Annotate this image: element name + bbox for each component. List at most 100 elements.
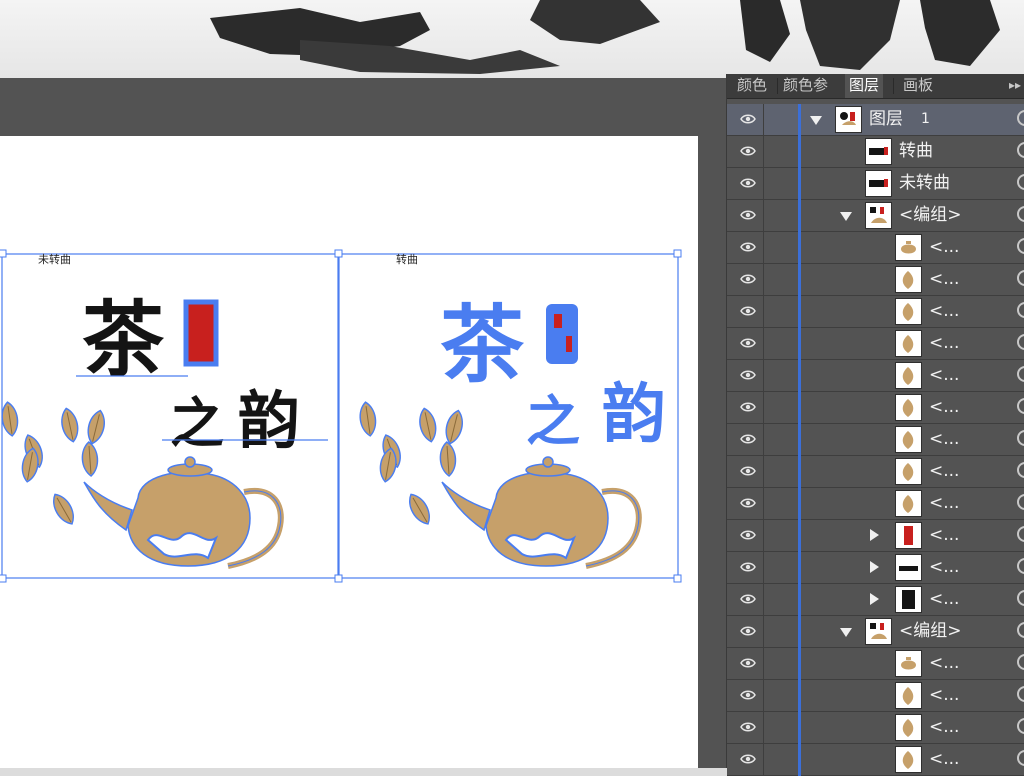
expand-down-icon[interactable] bbox=[810, 116, 822, 125]
lock-toggle[interactable] bbox=[764, 392, 799, 423]
layer-name[interactable]: <... bbox=[929, 360, 959, 391]
canvas-area[interactable]: 未转曲 茶 之 韵 转曲 茶 之 韵 bbox=[0, 78, 726, 768]
visibility-toggle[interactable] bbox=[733, 744, 764, 775]
visibility-toggle[interactable] bbox=[733, 712, 764, 743]
target-circle-icon[interactable] bbox=[1017, 110, 1024, 126]
lock-toggle[interactable] bbox=[764, 136, 799, 167]
visibility-toggle[interactable] bbox=[733, 488, 764, 519]
lock-toggle[interactable] bbox=[764, 200, 799, 231]
layer-name[interactable]: <... bbox=[929, 552, 959, 583]
layer-name[interactable]: <... bbox=[929, 520, 959, 551]
layer-name[interactable]: <... bbox=[929, 680, 959, 711]
layer-row[interactable]: <... bbox=[727, 328, 1024, 360]
lock-toggle[interactable] bbox=[764, 232, 799, 263]
target-circle-icon[interactable] bbox=[1017, 398, 1024, 414]
target-circle-icon[interactable] bbox=[1017, 174, 1024, 190]
lock-toggle[interactable] bbox=[764, 328, 799, 359]
layer-name[interactable]: <... bbox=[929, 392, 959, 423]
layer-name[interactable]: <... bbox=[929, 712, 959, 743]
layer-row[interactable]: <... bbox=[727, 712, 1024, 744]
group-unconverted[interactable]: 未转曲 茶 之 韵 bbox=[0, 249, 343, 583]
lock-toggle[interactable] bbox=[764, 712, 799, 743]
target-circle-icon[interactable] bbox=[1017, 654, 1024, 670]
layer-row[interactable]: <编组> bbox=[727, 616, 1024, 648]
target-circle-icon[interactable] bbox=[1017, 558, 1024, 574]
tab-artboards[interactable]: 画板 bbox=[899, 74, 937, 98]
layer-name[interactable]: <编组> bbox=[899, 200, 962, 231]
layer-name[interactable]: <... bbox=[929, 296, 959, 327]
layer-row[interactable]: <... bbox=[727, 680, 1024, 712]
lock-toggle[interactable] bbox=[764, 488, 799, 519]
target-circle-icon[interactable] bbox=[1017, 270, 1024, 286]
visibility-toggle[interactable] bbox=[733, 584, 764, 615]
target-circle-icon[interactable] bbox=[1017, 334, 1024, 350]
layer-row[interactable]: <... bbox=[727, 264, 1024, 296]
group-converted[interactable]: 转曲 茶 之 韵 bbox=[334, 249, 682, 583]
target-circle-icon[interactable] bbox=[1017, 718, 1024, 734]
expand-right-icon[interactable] bbox=[870, 529, 879, 541]
layer-row[interactable]: <... bbox=[727, 488, 1024, 520]
layer-name[interactable]: <... bbox=[929, 232, 959, 263]
visibility-toggle[interactable] bbox=[733, 264, 764, 295]
layer-row[interactable]: <... bbox=[727, 552, 1024, 584]
expand-right-icon[interactable] bbox=[870, 593, 879, 605]
target-circle-icon[interactable] bbox=[1017, 206, 1024, 222]
layer-name[interactable]: 未转曲 bbox=[899, 168, 950, 199]
target-circle-icon[interactable] bbox=[1017, 238, 1024, 254]
tab-color-guide[interactable]: 颜色参 bbox=[779, 74, 845, 98]
layer-row[interactable]: <... bbox=[727, 424, 1024, 456]
layer-row[interactable]: <... bbox=[727, 296, 1024, 328]
layer-row[interactable]: 转曲 bbox=[727, 136, 1024, 168]
target-circle-icon[interactable] bbox=[1017, 462, 1024, 478]
lock-toggle[interactable] bbox=[764, 296, 799, 327]
layer-name[interactable]: <... bbox=[929, 744, 959, 775]
layer-name[interactable]: <编组> bbox=[899, 616, 962, 647]
visibility-toggle[interactable] bbox=[733, 456, 764, 487]
layer-row[interactable]: <... bbox=[727, 392, 1024, 424]
layer-name[interactable]: <... bbox=[929, 424, 959, 455]
target-circle-icon[interactable] bbox=[1017, 302, 1024, 318]
lock-toggle[interactable] bbox=[764, 104, 799, 135]
visibility-toggle[interactable] bbox=[733, 168, 764, 199]
target-circle-icon[interactable] bbox=[1017, 622, 1024, 638]
target-circle-icon[interactable] bbox=[1017, 686, 1024, 702]
expand-down-icon[interactable] bbox=[840, 212, 852, 221]
visibility-toggle[interactable] bbox=[733, 680, 764, 711]
layer-name[interactable]: <... bbox=[929, 584, 959, 615]
layer-list[interactable]: 图层 1 转曲 未转曲 <编组> <... <... <... <... <... <... <...… bbox=[727, 104, 1024, 776]
target-circle-icon[interactable] bbox=[1017, 430, 1024, 446]
visibility-toggle[interactable] bbox=[733, 200, 764, 231]
layer-name[interactable]: <... bbox=[929, 456, 959, 487]
lock-toggle[interactable] bbox=[764, 520, 799, 551]
layer-row[interactable]: <编组> bbox=[727, 200, 1024, 232]
lock-toggle[interactable] bbox=[764, 168, 799, 199]
lock-toggle[interactable] bbox=[764, 456, 799, 487]
visibility-toggle[interactable] bbox=[733, 328, 764, 359]
layer-name[interactable]: 图层 bbox=[869, 104, 903, 135]
visibility-toggle[interactable] bbox=[733, 360, 764, 391]
target-circle-icon[interactable] bbox=[1017, 142, 1024, 158]
layer-row[interactable]: <... bbox=[727, 744, 1024, 776]
layer-row-top[interactable]: 图层 1 bbox=[727, 104, 1024, 136]
lock-toggle[interactable] bbox=[764, 680, 799, 711]
tab-layers[interactable]: 图层 bbox=[845, 74, 884, 98]
panel-menu-icon[interactable]: ▸▸ bbox=[1009, 74, 1021, 98]
layer-name[interactable]: <... bbox=[929, 328, 959, 359]
layer-name[interactable]: <... bbox=[929, 648, 959, 679]
target-circle-icon[interactable] bbox=[1017, 750, 1024, 766]
tab-color[interactable]: 颜色 bbox=[733, 74, 771, 98]
lock-toggle[interactable] bbox=[764, 584, 799, 615]
layers-panel[interactable]: 颜色 颜色参 图层 画板 ▸▸ 图层 1 转曲 未转曲 <编组> <... <... <...… bbox=[726, 74, 1024, 776]
artboard[interactable]: 未转曲 茶 之 韵 转曲 茶 之 韵 bbox=[0, 136, 698, 768]
visibility-toggle[interactable] bbox=[733, 520, 764, 551]
layer-row[interactable]: <... bbox=[727, 584, 1024, 616]
layer-name[interactable]: <... bbox=[929, 488, 959, 519]
visibility-toggle[interactable] bbox=[733, 136, 764, 167]
visibility-toggle[interactable] bbox=[733, 296, 764, 327]
expand-right-icon[interactable] bbox=[870, 561, 879, 573]
layer-row[interactable]: <... bbox=[727, 456, 1024, 488]
layer-row[interactable]: 未转曲 bbox=[727, 168, 1024, 200]
visibility-toggle[interactable] bbox=[733, 616, 764, 647]
layer-name[interactable]: 转曲 bbox=[899, 136, 933, 167]
target-circle-icon[interactable] bbox=[1017, 494, 1024, 510]
